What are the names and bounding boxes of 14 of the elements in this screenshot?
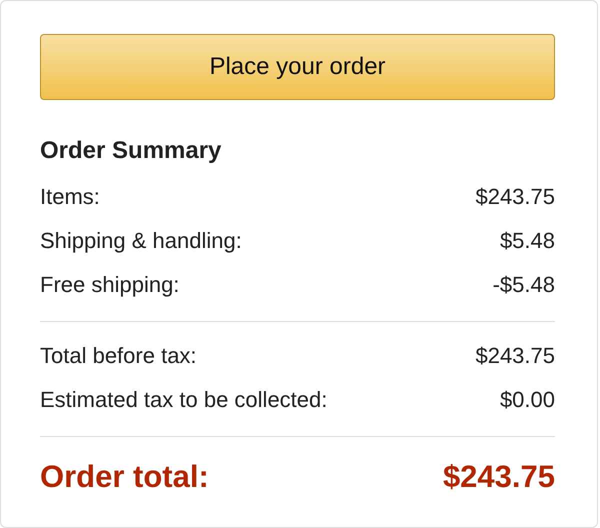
place-order-button[interactable]: Place your order bbox=[40, 34, 555, 100]
row-label: Total before tax: bbox=[40, 343, 197, 369]
summary-title: Order Summary bbox=[40, 137, 222, 165]
order-total-label: Order total: bbox=[40, 459, 209, 495]
row-amount: -$5.48 bbox=[492, 272, 555, 298]
row-label: Estimated tax to be collected: bbox=[40, 387, 328, 413]
row-amount: $5.48 bbox=[500, 228, 555, 254]
row-amount: $243.75 bbox=[475, 343, 555, 369]
row-amount: $0.00 bbox=[500, 387, 555, 413]
order-total-amount: $243.75 bbox=[442, 459, 555, 495]
row-label: Free shipping: bbox=[40, 272, 180, 298]
row-label: Shipping & handling: bbox=[40, 228, 242, 254]
row-label: Items: bbox=[40, 184, 100, 210]
row-amount: $243.75 bbox=[475, 184, 555, 210]
